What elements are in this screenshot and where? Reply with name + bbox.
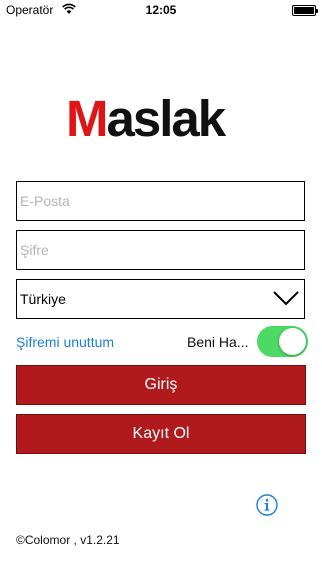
battery-icon xyxy=(292,5,318,16)
email-field[interactable] xyxy=(16,181,305,221)
remember-me-label: Beni Ha... xyxy=(187,334,249,350)
password-input[interactable] xyxy=(17,231,304,269)
country-select-value: Türkiye xyxy=(20,291,66,307)
forgot-password-link[interactable]: Şifremi unuttum xyxy=(16,334,114,350)
email-input[interactable] xyxy=(17,182,304,220)
chevron-down-icon[interactable] xyxy=(272,288,300,308)
register-button[interactable]: Kayıt Ol xyxy=(16,414,306,454)
country-select[interactable]: Türkiye xyxy=(16,279,305,319)
info-icon[interactable] xyxy=(256,494,278,516)
status-bar: Operatör 12:05 xyxy=(0,0,322,20)
logo-rest: aslak xyxy=(106,90,226,147)
remember-me-toggle[interactable] xyxy=(257,326,308,357)
password-field[interactable] xyxy=(16,230,305,270)
version-text: ©Colomor , v1.2.21 xyxy=(16,533,120,547)
toggle-knob xyxy=(279,328,306,355)
status-time: 12:05 xyxy=(145,3,177,17)
login-button[interactable]: Giriş xyxy=(16,365,306,405)
app-logo: Maslak xyxy=(66,93,266,145)
logo-first-letter: M xyxy=(66,90,109,147)
